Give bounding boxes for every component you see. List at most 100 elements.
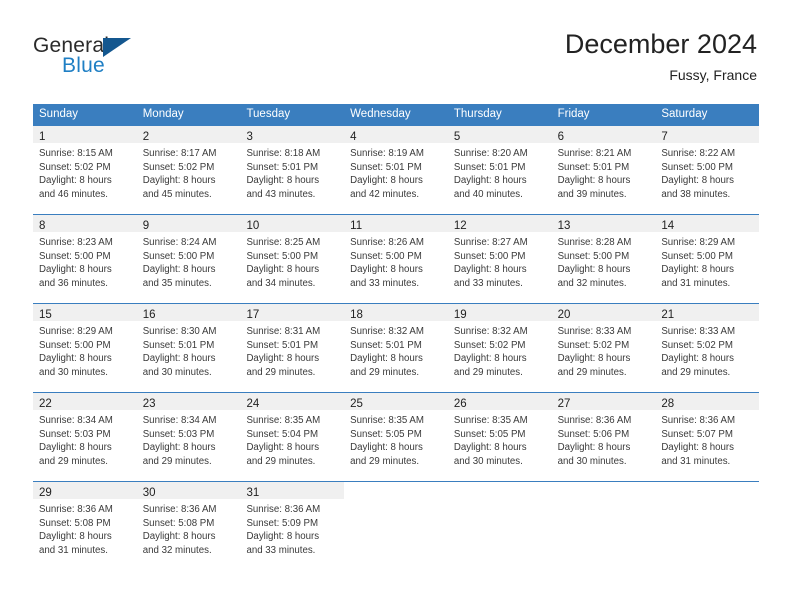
- sunrise-time: Sunrise: 8:32 AM: [453, 326, 528, 337]
- daylight-duration-line2: and 45 minutes.: [142, 189, 212, 201]
- sunset-time: Sunset: 5:02 PM: [453, 339, 526, 351]
- sunrise-time: Sunrise: 8:30 AM: [142, 326, 217, 337]
- calendar-day-cell[interactable]: 25 Sunrise: 8:35 AM Sunset: 5:05 PM Dayligh…: [344, 393, 448, 481]
- calendar-day-cell[interactable]: 10 Sunrise: 8:25 AM Sunset: 5:00 PM Dayligh…: [240, 215, 345, 303]
- daylight-duration-line2: and 29 minutes.: [142, 456, 212, 468]
- sunrise-time: Sunrise: 8:22 AM: [661, 148, 736, 159]
- daylight-duration-line1: Daylight: 8 hours: [557, 353, 631, 365]
- daylight-duration-line2: and 35 minutes.: [142, 278, 212, 290]
- page-location: Fussy, France: [669, 67, 757, 83]
- daylight-duration-line2: and 29 minutes.: [246, 367, 316, 379]
- sunset-time: Sunset: 5:07 PM: [661, 428, 733, 440]
- sunset-time: Sunset: 5:08 PM: [142, 517, 215, 529]
- calendar-day-cell[interactable]: 16 Sunrise: 8:30 AM Sunset: 5:01 PM Dayligh…: [136, 304, 241, 392]
- calendar-day-cell[interactable]: 22 Sunrise: 8:34 AM Sunset: 5:03 PM Dayligh…: [33, 393, 137, 481]
- weekday-header-monday: Monday: [142, 108, 184, 120]
- daylight-duration-line2: and 30 minutes.: [557, 456, 627, 468]
- daylight-duration-line2: and 29 minutes.: [350, 367, 420, 379]
- daylight-duration-line2: and 31 minutes.: [661, 456, 731, 468]
- page-title: December 2024: [564, 29, 757, 59]
- calendar-day-cell[interactable]: 14 Sunrise: 8:29 AM Sunset: 5:00 PM Dayligh…: [655, 215, 760, 303]
- calendar-day-cell[interactable]: 6 Sunrise: 8:21 AM Sunset: 5:01 PM Daylight…: [551, 126, 656, 214]
- sunrise-time: Sunrise: 8:25 AM: [246, 237, 321, 248]
- calendar-day-cell[interactable]: 31 Sunrise: 8:36 AM Sunset: 5:09 PM Dayligh…: [240, 482, 345, 570]
- calendar-day-cell[interactable]: 7 Sunrise: 8:22 AM Sunset: 5:00 PM Daylight…: [655, 126, 760, 214]
- daylight-duration-line1: Daylight: 8 hours: [142, 175, 216, 187]
- daylight-duration-line2: and 33 minutes.: [350, 278, 420, 290]
- sunrise-time: Sunrise: 8:18 AM: [246, 148, 321, 159]
- calendar-day-cell[interactable]: 8 Sunrise: 8:23 AM Sunset: 5:00 PM Daylight…: [33, 215, 137, 303]
- calendar-day-cell[interactable]: 24 Sunrise: 8:35 AM Sunset: 5:04 PM Dayligh…: [240, 393, 345, 481]
- calendar-day-cell[interactable]: 19 Sunrise: 8:32 AM Sunset: 5:02 PM Dayligh…: [447, 304, 552, 392]
- daylight-duration-line2: and 33 minutes.: [453, 278, 523, 290]
- day-number-band: 16: [136, 304, 241, 321]
- daylight-duration-line2: and 29 minutes.: [453, 367, 523, 379]
- calendar-day-cell[interactable]: 9 Sunrise: 8:24 AM Sunset: 5:00 PM Daylight…: [136, 215, 241, 303]
- weekday-header-saturday: Saturday: [661, 108, 708, 120]
- calendar-day-cell[interactable]: 30 Sunrise: 8:36 AM Sunset: 5:08 PM Dayligh…: [136, 482, 241, 570]
- daylight-duration-line2: and 33 minutes.: [246, 545, 316, 557]
- sunset-time: Sunset: 5:04 PM: [246, 428, 319, 440]
- calendar-day-cell[interactable]: 4 Sunrise: 8:19 AM Sunset: 5:01 PM Daylight…: [344, 126, 448, 214]
- sunset-time: Sunset: 5:01 PM: [142, 339, 215, 351]
- day-number-band: 1: [33, 126, 137, 143]
- calendar-day-cell[interactable]: 3 Sunrise: 8:18 AM Sunset: 5:01 PM Daylight…: [240, 126, 345, 214]
- day-number: 18: [350, 309, 363, 321]
- general-blue-logo: General Blue: [33, 34, 203, 84]
- day-details: [655, 499, 759, 503]
- sunrise-time: Sunrise: 8:36 AM: [661, 415, 736, 426]
- sunset-time: Sunset: 5:08 PM: [39, 517, 111, 529]
- daylight-duration-line1: Daylight: 8 hours: [453, 264, 527, 276]
- calendar-day-cell[interactable]: 2 Sunrise: 8:17 AM Sunset: 5:02 PM Daylight…: [136, 126, 241, 214]
- calendar-day-cell[interactable]: 26 Sunrise: 8:35 AM Sunset: 5:05 PM Dayligh…: [447, 393, 552, 481]
- calendar-day-cell[interactable]: 12 Sunrise: 8:27 AM Sunset: 5:00 PM Dayligh…: [447, 215, 552, 303]
- calendar-day-cell[interactable]: 29 Sunrise: 8:36 AM Sunset: 5:08 PM Dayligh…: [33, 482, 137, 570]
- day-number: 3: [246, 131, 253, 143]
- day-number: 12: [453, 220, 467, 232]
- calendar-day-cell[interactable]: 21 Sunrise: 8:33 AM Sunset: 5:02 PM Dayligh…: [655, 304, 760, 392]
- calendar-grid: Sunday Monday Tuesday Wednesday Thursday…: [33, 104, 760, 570]
- daylight-duration-line2: and 31 minutes.: [661, 278, 731, 290]
- sunset-time: Sunset: 5:02 PM: [661, 339, 733, 351]
- logo-text-blue: Blue: [62, 54, 105, 77]
- calendar-day-cell[interactable]: 1 Sunrise: 8:15 AM Sunset: 5:02 PM Daylight…: [33, 126, 137, 214]
- calendar-day-cell[interactable]: 5 Sunrise: 8:20 AM Sunset: 5:01 PM Daylight…: [447, 126, 552, 214]
- day-details: Sunrise: 8:17 AM Sunset: 5:02 PM Daylight:…: [137, 143, 241, 202]
- weekday-header-wednesday: Wednesday: [350, 108, 411, 120]
- sunset-time: Sunset: 5:02 PM: [142, 161, 215, 173]
- weekday-header-tuesday: Tuesday: [246, 108, 291, 120]
- day-details: Sunrise: 8:32 AM Sunset: 5:01 PM Daylight:…: [344, 321, 448, 380]
- daylight-duration-line1: Daylight: 8 hours: [453, 442, 527, 454]
- day-details: Sunrise: 8:22 AM Sunset: 5:00 PM Daylight:…: [655, 143, 759, 202]
- day-details: Sunrise: 8:33 AM Sunset: 5:02 PM Daylight:…: [655, 321, 759, 380]
- calendar-day-cell[interactable]: 20 Sunrise: 8:33 AM Sunset: 5:02 PM Dayligh…: [551, 304, 656, 392]
- calendar-day-cell[interactable]: 13 Sunrise: 8:28 AM Sunset: 5:00 PM Dayligh…: [551, 215, 656, 303]
- sunrise-time: Sunrise: 8:35 AM: [453, 415, 528, 426]
- daylight-duration-line1: Daylight: 8 hours: [350, 175, 423, 187]
- day-number: 28: [661, 398, 675, 410]
- sunset-time: Sunset: 5:00 PM: [661, 161, 733, 173]
- calendar-day-cell[interactable]: 18 Sunrise: 8:32 AM Sunset: 5:01 PM Dayligh…: [344, 304, 448, 392]
- sunrise-time: Sunrise: 8:35 AM: [350, 415, 424, 426]
- day-number-band: 26: [447, 393, 552, 410]
- calendar-day-cell[interactable]: 27 Sunrise: 8:36 AM Sunset: 5:06 PM Dayligh…: [551, 393, 656, 481]
- calendar-week-row: 8 Sunrise: 8:23 AM Sunset: 5:00 PM Daylight…: [33, 214, 760, 303]
- day-number: 29: [39, 487, 52, 499]
- day-number: 25: [350, 398, 363, 410]
- calendar-day-cell[interactable]: 23 Sunrise: 8:34 AM Sunset: 5:03 PM Dayligh…: [136, 393, 241, 481]
- daylight-duration-line1: Daylight: 8 hours: [661, 442, 735, 454]
- calendar-day-cell[interactable]: 28 Sunrise: 8:36 AM Sunset: 5:07 PM Dayligh…: [655, 393, 760, 481]
- sunset-time: Sunset: 5:01 PM: [350, 339, 422, 351]
- sunrise-time: Sunrise: 8:19 AM: [350, 148, 424, 159]
- sunrise-time: Sunrise: 8:20 AM: [453, 148, 528, 159]
- weekday-header-row: Sunday Monday Tuesday Wednesday Thursday…: [33, 104, 759, 126]
- day-number: 9: [142, 220, 150, 232]
- day-number: 31: [246, 487, 260, 499]
- calendar-day-cell[interactable]: 15 Sunrise: 8:29 AM Sunset: 5:00 PM Dayligh…: [33, 304, 137, 392]
- day-details: Sunrise: 8:23 AM Sunset: 5:00 PM Daylight:…: [33, 232, 137, 291]
- calendar-day-cell[interactable]: 11 Sunrise: 8:26 AM Sunset: 5:00 PM Dayligh…: [344, 215, 448, 303]
- sunset-time: Sunset: 5:03 PM: [39, 428, 111, 440]
- calendar-day-cell[interactable]: 17 Sunrise: 8:31 AM Sunset: 5:01 PM Dayligh…: [240, 304, 345, 392]
- daylight-duration-line1: Daylight: 8 hours: [246, 442, 320, 454]
- daylight-duration-line2: and 43 minutes.: [246, 189, 316, 201]
